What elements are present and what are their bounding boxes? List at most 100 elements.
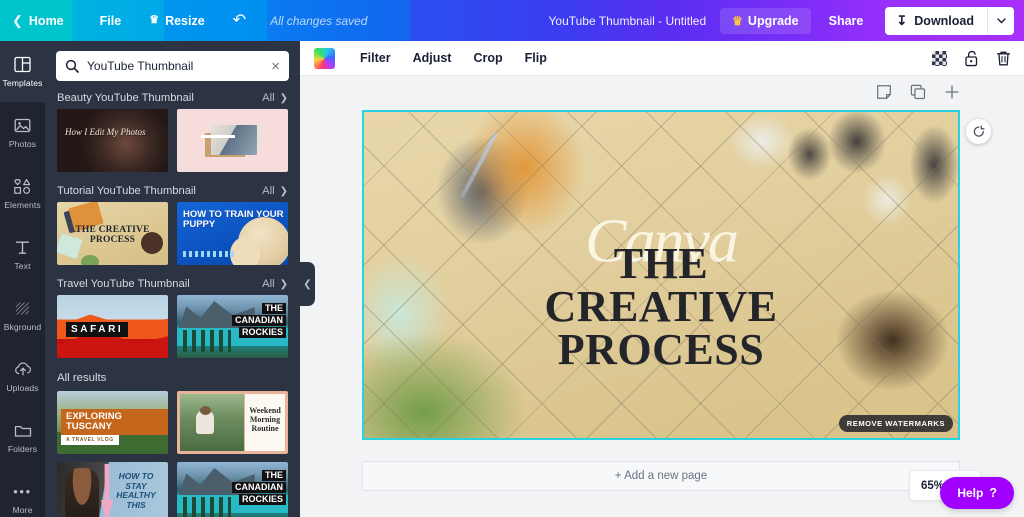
page-tools-group (876, 84, 960, 100)
thumbnail-row-tutorial: THE CREATIVE PROCESS HOW TO TRAIN YOUR P… (45, 202, 300, 273)
sidebar-label-uploads: Uploads (6, 383, 38, 393)
thumbnail-caption: THE CANADIAN ROCKIES (232, 470, 286, 506)
add-new-page-button[interactable]: + Add a new page (362, 461, 960, 491)
file-menu-button[interactable]: File (86, 0, 136, 41)
crop-button[interactable]: Crop (462, 46, 513, 70)
add-page-icon[interactable] (944, 84, 960, 100)
template-thumbnail[interactable]: THE CANADIAN ROCKIES (177, 462, 288, 517)
sidebar-item-elements[interactable]: Elements (0, 163, 45, 224)
thumbnail-caption: HOW TO TRAIN YOUR PUPPY (183, 210, 288, 230)
template-thumbnail[interactable]: How I Edit My Photos (57, 109, 168, 172)
template-thumbnail[interactable]: THE CANADIAN ROCKIES (177, 295, 288, 358)
search-area: × (45, 41, 300, 87)
crown-icon: ♛ (732, 15, 743, 27)
download-button[interactable]: ↧ Download (885, 7, 987, 35)
see-all-label: All (262, 92, 274, 104)
rockies-line-1: THE (262, 303, 286, 314)
collapse-panel-button[interactable]: ❮ (300, 262, 315, 306)
text-icon (14, 238, 31, 257)
folders-icon (14, 421, 32, 440)
document-title[interactable]: YouTube Thumbnail - Untitled (535, 14, 721, 28)
template-thumbnail[interactable]: HOW TO STAY HEALTHY THIS (57, 462, 168, 517)
share-label: Share (829, 14, 864, 28)
clear-search-icon[interactable]: × (271, 59, 280, 74)
see-all-label: All (262, 185, 274, 197)
see-all-label: All (262, 278, 274, 290)
download-group: ↧ Download (885, 7, 1014, 35)
sidebar-item-uploads[interactable]: Uploads (0, 346, 45, 407)
home-button[interactable]: ❮ Home (0, 0, 86, 41)
rockies-line-2: CANADIAN (232, 482, 286, 493)
sidebar-label-folders: Folders (8, 444, 37, 454)
see-all-beauty-button[interactable]: All ❯ (262, 92, 288, 104)
top-header-bar: ❮ Home File ♛ Resize ↶ All changes saved… (0, 0, 1024, 41)
file-label: File (100, 14, 122, 28)
templates-panel: × Beauty YouTube Thumbnail All ❯ How I E… (45, 41, 300, 517)
section-title: Tutorial YouTube Thumbnail (57, 185, 196, 197)
adjust-button[interactable]: Adjust (402, 46, 463, 70)
thumbnail-caption: HOW TO STAY HEALTHY THIS (108, 472, 164, 510)
section-title: Beauty YouTube Thumbnail (57, 92, 194, 104)
sidebar-item-text[interactable]: Text (0, 224, 45, 285)
rockies-line-3: ROCKIES (239, 327, 286, 338)
canvas-workspace[interactable]: Canva THE CREATIVE PROCESS REMOVE WATERM… (300, 76, 1024, 517)
duplicate-page-icon[interactable] (910, 84, 926, 100)
header-right-group: YouTube Thumbnail - Untitled ♛ Upgrade S… (535, 0, 1024, 41)
home-label: Home (29, 14, 64, 28)
help-button[interactable]: Help ? (940, 477, 1014, 509)
elements-icon (13, 177, 32, 196)
filter-label: Filter (360, 51, 391, 65)
sidebar-label-background: Bkground (4, 322, 42, 332)
resize-button[interactable]: ♛ Resize (135, 0, 218, 41)
search-input[interactable] (87, 59, 263, 73)
template-thumbnail[interactable]: THE CREATIVE PROCESS (57, 202, 168, 265)
sidebar-label-text: Text (14, 261, 30, 271)
rotate-handle-icon[interactable] (966, 119, 991, 144)
search-box[interactable]: × (56, 51, 289, 81)
sidebar-item-folders[interactable]: Folders (0, 407, 45, 468)
chevron-left-icon: ❮ (12, 14, 23, 27)
template-thumbnail[interactable]: EXPLORING TUSCANY A TRAVEL VLOG (57, 391, 168, 454)
thumbnail-art (81, 255, 99, 265)
download-caret-button[interactable] (987, 7, 1014, 35)
upgrade-button[interactable]: ♛ Upgrade (720, 8, 810, 34)
trash-icon[interactable] (996, 50, 1011, 67)
sidebar-item-photos[interactable]: Photos (0, 102, 45, 163)
template-thumbnail[interactable]: SAFARI (57, 295, 168, 358)
left-tool-rail: Templates Photos Elements Text Bkground (0, 41, 45, 517)
thumbnail-art (180, 394, 244, 451)
download-label: Download (914, 14, 974, 28)
thumbnail-art-line (201, 135, 235, 138)
notes-icon[interactable] (876, 84, 892, 100)
heading-line-3: PROCESS (364, 328, 958, 371)
heading-line-1: THE (364, 242, 958, 285)
remove-watermarks-button[interactable]: REMOVE WATERMARKS (839, 415, 953, 432)
photos-icon (14, 116, 31, 135)
thumbnail-row-results-2: HOW TO STAY HEALTHY THIS THE CANADIAN RO… (45, 462, 300, 517)
sidebar-item-background[interactable]: Bkground (0, 285, 45, 346)
sidebar-label-photos: Photos (9, 139, 36, 149)
chevron-right-icon: ❯ (280, 279, 288, 290)
template-thumbnail[interactable]: HOW TO TRAIN YOUR PUPPY (177, 202, 288, 265)
filter-button[interactable]: Filter (349, 46, 402, 70)
design-heading-text[interactable]: THE CREATIVE PROCESS (364, 242, 958, 371)
transparency-icon[interactable] (932, 51, 947, 66)
sidebar-item-templates[interactable]: Templates (0, 41, 45, 102)
more-dots-icon: ••• (13, 482, 31, 501)
share-button[interactable]: Share (815, 8, 878, 34)
unlock-icon[interactable] (964, 50, 979, 67)
color-swatch[interactable] (314, 48, 335, 69)
undo-arrow-icon: ↶ (233, 13, 246, 29)
undo-button[interactable]: ↶ (219, 0, 260, 41)
background-icon (14, 299, 31, 318)
chevron-left-icon: ❮ (303, 279, 311, 290)
see-all-travel-button[interactable]: All ❯ (262, 278, 288, 290)
save-status-label: All changes saved (270, 14, 367, 28)
see-all-tutorial-button[interactable]: All ❯ (262, 185, 288, 197)
chevron-right-icon: ❯ (280, 93, 288, 104)
sidebar-item-more[interactable]: ••• More (0, 468, 45, 517)
template-thumbnail[interactable] (177, 109, 288, 172)
design-page-canvas[interactable]: Canva THE CREATIVE PROCESS REMOVE WATERM… (362, 110, 960, 440)
flip-button[interactable]: Flip (514, 46, 558, 70)
template-thumbnail[interactable]: Weekend Morning Routine (177, 391, 288, 454)
